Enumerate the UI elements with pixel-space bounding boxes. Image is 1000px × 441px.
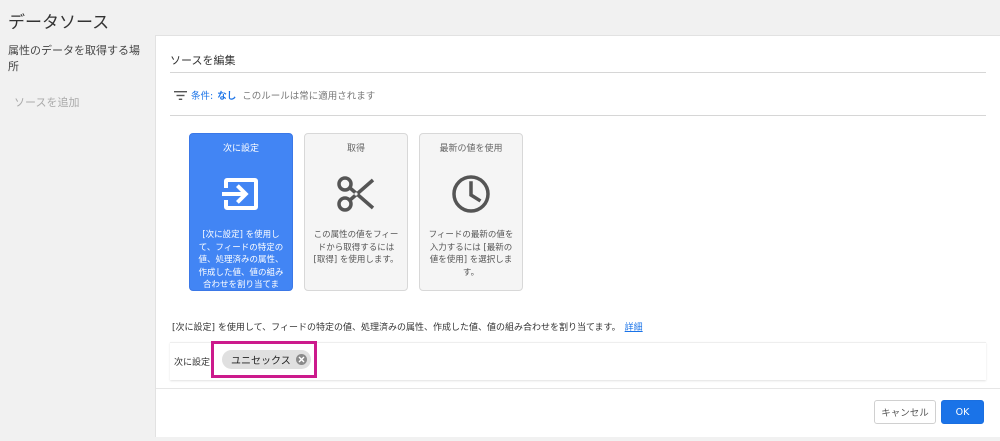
condition-row[interactable]: 条件: なし このルールは常に適用されます [174,88,375,102]
divider [156,388,1000,389]
filter-icon [174,90,187,100]
learn-more-link[interactable]: 詳細 [625,323,643,333]
scissors-icon [334,172,378,216]
card-extract[interactable]: 取得 この属性の値をフィードから取得するには [取得] を使用します。 [304,133,408,291]
info-text: [次に設定] を使用して、フィードの特定の値、処理済みの属性、作成した値、値の組… [172,323,621,333]
card-set-to[interactable]: 次に設定 [次に設定] を使用して、フィードの特定の値、処理済みの属性、作成した… [189,133,293,303]
edit-source-panel: ソースを編集 条件: なし このルールは常に適用されます 次に設定 [次に設定]… [155,35,1000,437]
card-title: 取得 [346,144,365,154]
page-title: データソース [8,13,110,33]
divider [170,72,986,73]
condition-text: このルールは常に適用されます [242,91,376,102]
panel-heading: ソースを編集 [170,54,236,67]
clock-icon [449,172,493,216]
highlight-box [211,341,317,378]
card-description: フィードの最新の値を入力するには [最新の値を使用] を選択します。 [428,230,514,278]
sidebar: 属性のデータを取得する場所 ソースを追加 [0,36,155,116]
sidebar-item-data-source[interactable]: 属性のデータを取得する場所 [0,36,155,80]
card-title: 次に設定 [222,144,259,154]
ok-button[interactable]: OK [941,400,984,424]
card-description: この属性の値をフィードから取得するには [取得] を使用します。 [313,230,399,265]
condition-value[interactable]: なし [217,88,236,102]
condition-label[interactable]: 条件: [191,88,213,102]
divider [170,115,986,116]
cancel-button[interactable]: キャンセル [874,400,936,424]
card-description: [次に設定] を使用して、フィードの特定の値、処理済みの属性、作成した値、値の組… [198,230,284,303]
card-title: 最新の値を使用 [439,144,503,154]
card-use-latest-value[interactable]: 最新の値を使用 フィードの最新の値を入力するには [最新の値を使用] を選択しま… [419,133,523,291]
set-to-label: 次に設定 [174,358,211,368]
set-to-icon [219,172,263,216]
info-text-row: [次に設定] を使用して、フィードの特定の値、処理済みの属性、作成した値、値の組… [172,320,643,333]
sidebar-item-add-source[interactable]: ソースを追加 [0,88,155,116]
